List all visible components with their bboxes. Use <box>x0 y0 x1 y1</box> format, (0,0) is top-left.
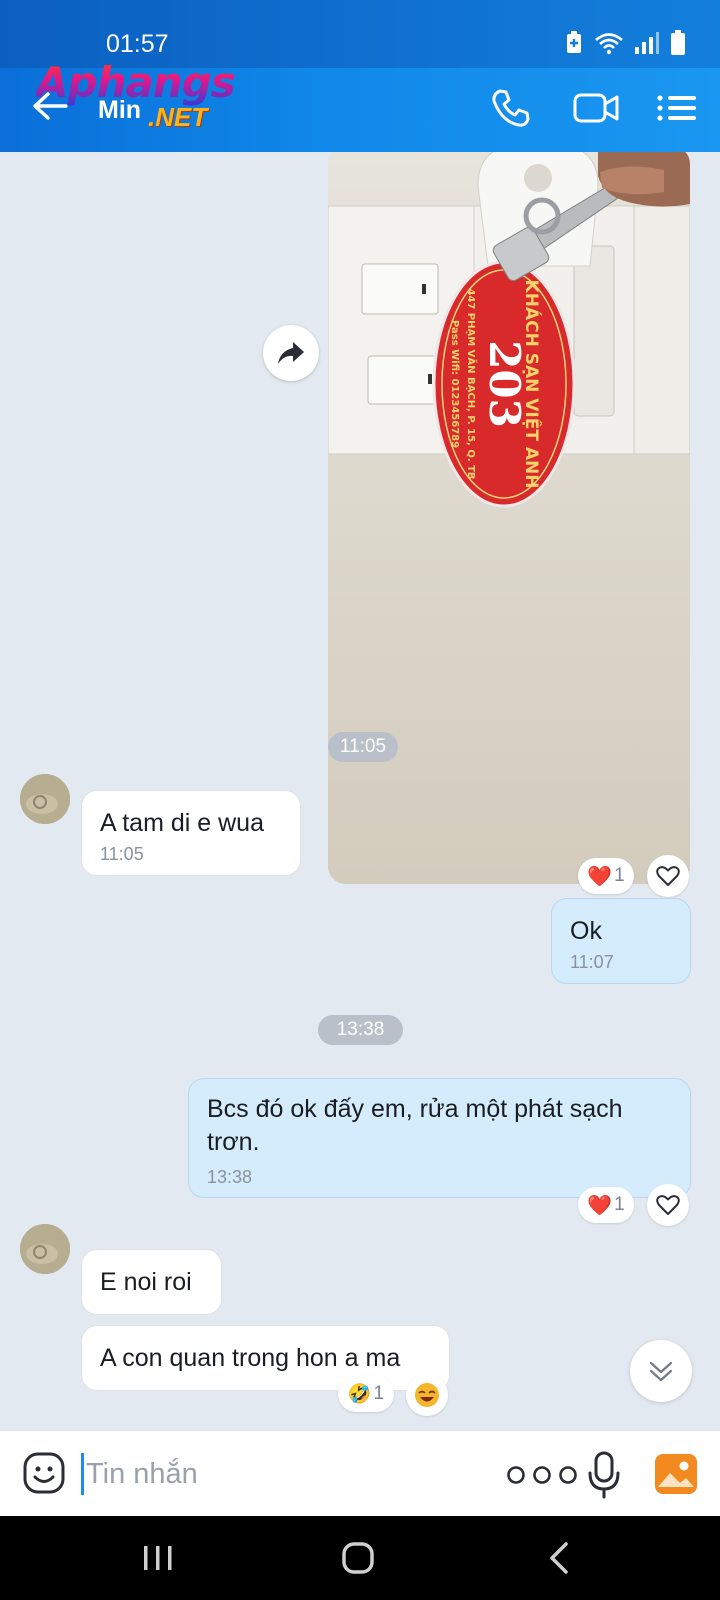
image-gallery-icon[interactable] <box>654 1453 698 1495</box>
message-input[interactable] <box>84 1447 464 1501</box>
reaction-summary[interactable]: 🤣 1 <box>338 1376 394 1412</box>
message-time: 11:05 <box>100 844 144 864</box>
share-arrow-icon <box>278 342 304 364</box>
message-bubble-outgoing[interactable]: Bcs đó ok đấy em, rửa một phát sạch trơn… <box>188 1078 691 1198</box>
react-heart-button[interactable] <box>647 855 689 897</box>
message-text: Bcs đó ok đấy em, rửa một phát sạch trơn… <box>207 1095 623 1156</box>
laugh-emoji-icon <box>415 1383 439 1407</box>
message-bubble-outgoing[interactable]: Ok 11:07 <box>551 898 691 984</box>
top-bar: 01:57 Aphangs Min .NET <box>0 0 720 152</box>
avatar-image <box>20 1224 70 1274</box>
scroll-to-bottom-button[interactable] <box>630 1340 692 1402</box>
message-text: A con quan trong hon a ma <box>100 1344 401 1372</box>
reaction-count: 1 <box>614 865 625 886</box>
time-separator: 11:05 <box>328 732 398 762</box>
photo-keytag-image: KHÁCH SẠN VIỆT ANH 203 447 PHẠM VĂN BẠCH… <box>328 152 690 884</box>
heart-outline-icon <box>656 866 680 886</box>
reaction-summary[interactable]: ❤️ 1 <box>578 1187 634 1223</box>
battery-saver-icon <box>567 31 581 53</box>
signal-icon <box>635 32 659 54</box>
time-separator: 13:38 <box>318 1015 403 1045</box>
microphone-icon[interactable] <box>586 1451 622 1499</box>
wifi-icon <box>595 33 623 55</box>
photo-message[interactable]: KHÁCH SẠN VIỆT ANH 203 447 PHẠM VĂN BẠCH… <box>328 152 690 884</box>
reaction-count: 1 <box>614 1194 625 1215</box>
double-chevron-down-icon <box>649 1361 673 1382</box>
home-icon[interactable] <box>338 1540 378 1576</box>
video-call-icon[interactable] <box>572 86 620 130</box>
status-time: 01:57 <box>106 30 169 58</box>
heart-outline-icon <box>656 1195 680 1215</box>
laugh-reaction-icon: 🤣 <box>347 1384 372 1405</box>
keytag-wifi: Pass Wifi: 0123456789 <box>449 320 460 448</box>
message-text: Ok <box>570 917 602 945</box>
heart-reaction-icon: ❤️ <box>587 1194 613 1217</box>
message-text: E noi roi <box>100 1268 192 1296</box>
avatar[interactable] <box>20 774 70 824</box>
chat-messages[interactable]: KHÁCH SẠN VIỆT ANH 203 447 PHẠM VĂN BẠCH… <box>0 152 720 1430</box>
message-bubble-incoming[interactable]: A tam di e wua 11:05 <box>81 790 301 876</box>
more-options-icon[interactable] <box>504 1463 580 1487</box>
logo-net-text: .NET <box>148 102 208 132</box>
phone-call-icon[interactable] <box>488 86 532 130</box>
heart-reaction-icon: ❤️ <box>587 865 613 888</box>
reaction-summary[interactable]: ❤️ 1 <box>578 858 634 894</box>
back-nav-icon[interactable] <box>540 1540 580 1576</box>
avatar[interactable] <box>20 1224 70 1274</box>
share-button[interactable] <box>263 325 319 381</box>
reaction-count: 1 <box>373 1383 385 1404</box>
message-bubble-incoming[interactable]: A con quan trong hon a ma <box>81 1325 450 1391</box>
status-icons <box>564 30 686 56</box>
chat-header: Aphangs Min .NET <box>0 58 720 152</box>
recent-apps-icon[interactable] <box>138 1540 178 1576</box>
keytag-address: 447 PHẠM VĂN BẠCH, P. 15, Q. TB <box>465 288 478 479</box>
message-time: 11:07 <box>570 952 614 972</box>
emoji-sticker-icon[interactable] <box>22 1451 66 1495</box>
message-bubble-incoming[interactable]: E noi roi <box>81 1249 222 1315</box>
logo-watermark: Aphangs Min .NET <box>36 58 266 138</box>
keytag-room-number: 203 <box>480 340 529 428</box>
react-heart-button[interactable] <box>647 1184 689 1226</box>
message-text: A tam di e wua <box>100 809 264 837</box>
logo-min-text: Min <box>98 96 142 124</box>
message-input-bar <box>0 1430 720 1516</box>
battery-icon <box>671 30 685 55</box>
react-laugh-button[interactable] <box>406 1374 448 1416</box>
system-navigation-bar <box>0 1516 720 1600</box>
avatar-image <box>20 774 70 824</box>
menu-list-icon[interactable] <box>656 86 696 130</box>
